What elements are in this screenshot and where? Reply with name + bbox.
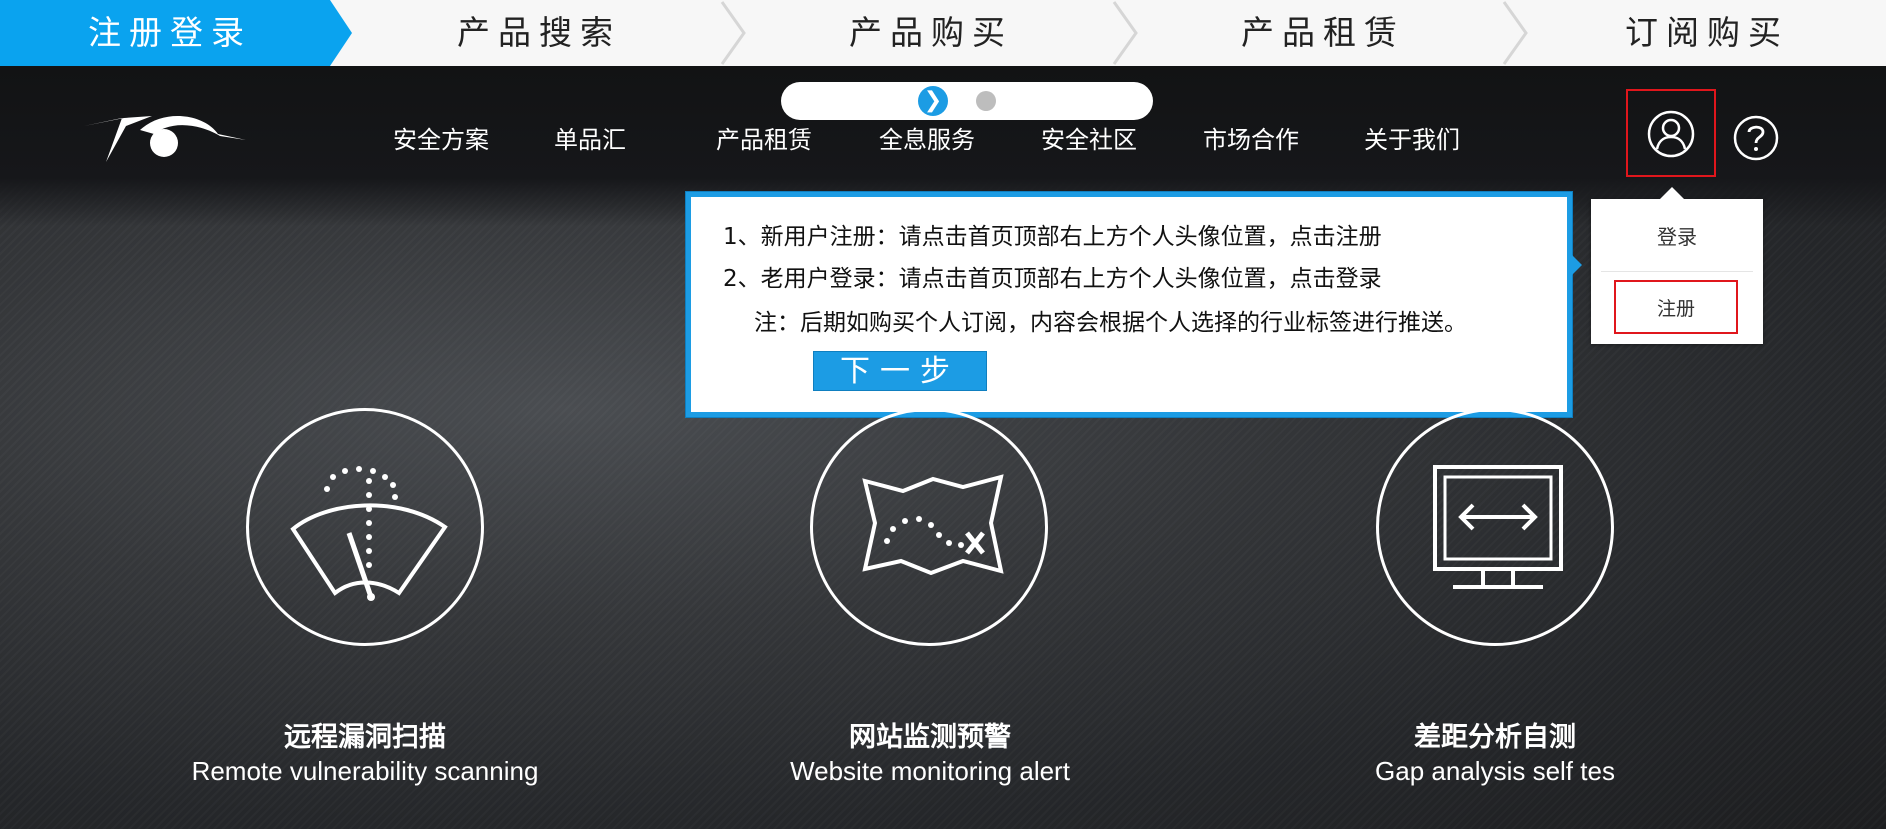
tooltip-step-1: 1、新用户注册：请点击首页顶部右上方个人头像位置，点击注册 <box>723 224 1382 250</box>
step-register-login[interactable]: 注册登录 <box>0 0 340 66</box>
map-route-icon <box>862 474 1004 576</box>
nav-market-cooperation[interactable]: 市场合作 <box>1203 120 1299 155</box>
feature-title-en: Gap analysis self tes <box>1375 756 1615 786</box>
dropdown-divider <box>1601 271 1753 272</box>
step-product-search[interactable]: 产品搜索 <box>354 0 724 66</box>
nav-product-collection[interactable]: 单品汇 <box>554 120 626 155</box>
step-product-purchase[interactable]: 产品购买 <box>746 0 1116 66</box>
dropdown-caret <box>1660 187 1684 199</box>
tooltip-note: 注：后期如购买个人订阅，内容会根据个人选择的行业标签进行推送。 <box>754 310 1467 336</box>
nav-security-community[interactable]: 安全社区 <box>1041 120 1137 155</box>
wiper-scan-icon <box>290 466 448 601</box>
tooltip-step-2: 2、老用户登录：请点击首页顶部右上方个人头像位置，点击登录 <box>723 266 1382 292</box>
onboarding-tooltip: 1、新用户注册：请点击首页顶部右上方个人头像位置，点击注册 2、老用户登录：请点… <box>686 192 1582 417</box>
dropdown-login-item[interactable]: 登录 <box>1591 219 1763 255</box>
monitor-arrows-icon <box>1433 465 1563 589</box>
user-icon <box>1647 110 1695 158</box>
user-dropdown-menu: 登录 注册 <box>1591 187 1763 344</box>
feature-title-cn: 网站监测预警 <box>849 722 1011 753</box>
step-subscription-purchase[interactable]: 订阅购买 <box>1528 0 1886 66</box>
feature-title-cn: 远程漏洞扫描 <box>284 722 446 753</box>
step-progress-bar: 注册登录 产品搜索 产品购买 产品租赁 订阅购买 <box>0 0 1886 66</box>
user-avatar-button[interactable] <box>1626 89 1716 177</box>
feature-title-en: Remote vulnerability scanning <box>191 756 539 786</box>
feature-remote-scan[interactable] <box>246 408 484 646</box>
nav-about-us[interactable]: 关于我们 <box>1364 120 1460 155</box>
help-icon[interactable] <box>1732 114 1780 166</box>
tooltip-arrow <box>1570 253 1582 277</box>
nav-security-solutions[interactable]: 安全方案 <box>393 120 489 155</box>
feature-title-en: Website monitoring alert <box>790 756 1070 786</box>
nav-product-rental[interactable]: 产品租赁 <box>716 120 812 155</box>
step-product-rental[interactable]: 产品租赁 <box>1138 0 1508 66</box>
feature-gap-analysis[interactable] <box>1376 408 1614 646</box>
slider-next-dot[interactable]: ❯ <box>918 86 948 116</box>
feature-website-monitor[interactable] <box>810 408 1048 646</box>
nav-holographic-service[interactable]: 全息服务 <box>879 120 975 155</box>
feature-title-cn: 差距分析自测 <box>1414 722 1576 753</box>
slider-pager <box>781 82 1153 120</box>
next-step-button[interactable]: 下一步 <box>813 351 987 391</box>
brand-logo[interactable] <box>84 112 246 166</box>
dropdown-register-item[interactable]: 注册 <box>1614 280 1738 334</box>
slider-dot[interactable] <box>976 91 996 111</box>
